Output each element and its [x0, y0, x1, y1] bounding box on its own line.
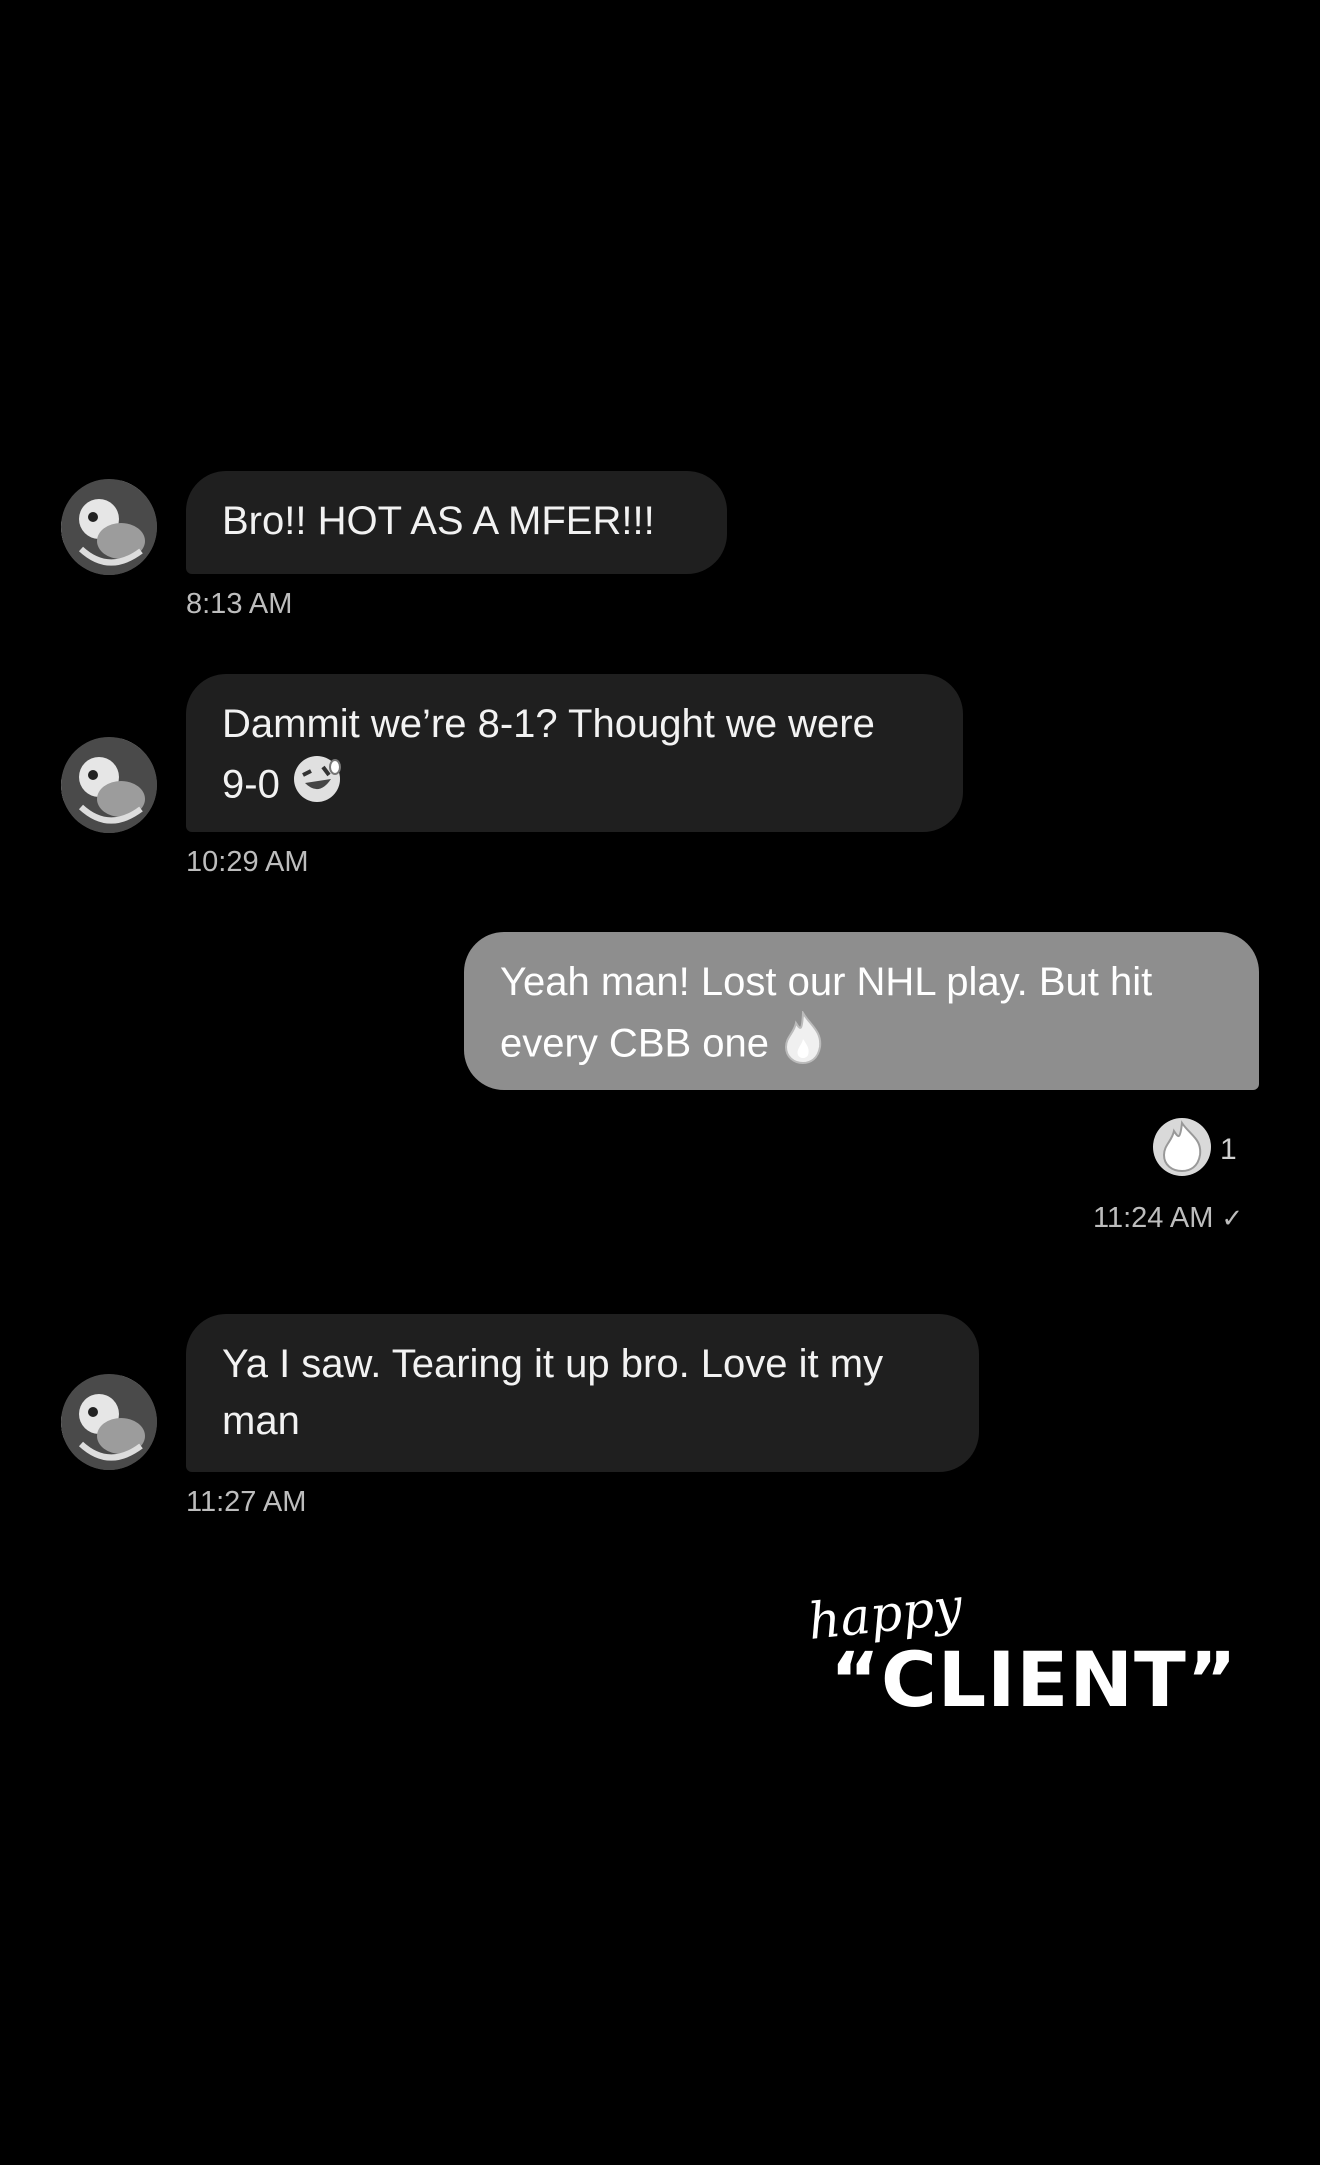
read-check-icon: ✓	[1221, 1203, 1244, 1233]
message-bubble[interactable]: Bro!! HOT AS A MFER!!!	[186, 471, 727, 574]
message-text-line-1: Ya I saw. Tearing it up bro. Love it my	[222, 1342, 884, 1386]
message-bubble[interactable]: Yeah man! Lost our NHL play. But hit eve…	[464, 932, 1259, 1090]
message-reaction[interactable]: 1	[1152, 1117, 1237, 1182]
rolling-on-floor-laughing-icon	[291, 753, 343, 821]
message-text-line-2: 9-0	[222, 762, 280, 807]
reaction-count: 1	[1220, 1132, 1237, 1166]
message-text-line-2: every CBB one	[500, 1021, 770, 1066]
message-timestamp: 11:27 AM	[186, 1486, 307, 1518]
fire-icon	[780, 1009, 826, 1081]
message-timestamp: 8:13 AM	[186, 588, 293, 620]
message-text-line-1: Dammit we’re 8-1? Thought we were	[222, 702, 875, 746]
message-text: Bro!! HOT AS A MFER!!!	[222, 499, 655, 543]
contact-avatar[interactable]	[61, 1374, 157, 1470]
happy-client-logo: happy “CLIENT”	[800, 1577, 1240, 1735]
contact-avatar[interactable]	[61, 737, 157, 833]
message-bubble[interactable]: Ya I saw. Tearing it up bro. Love it my …	[186, 1314, 979, 1472]
message-text-line-1: Yeah man! Lost our NHL play. But hit	[500, 960, 1153, 1004]
message-timestamp: 11:24 AM	[1093, 1202, 1214, 1234]
fire-icon	[1152, 1117, 1212, 1182]
brand-client-text: “CLIENT”	[830, 1635, 1238, 1724]
message-timestamp: 10:29 AM	[186, 846, 309, 878]
message-text-line-2: man	[222, 1399, 300, 1443]
message-timestamp-row: 11:24 AM ✓	[1093, 1202, 1243, 1235]
message-bubble[interactable]: Dammit we’re 8-1? Thought we were 9-0	[186, 674, 963, 832]
contact-avatar[interactable]	[61, 479, 157, 575]
